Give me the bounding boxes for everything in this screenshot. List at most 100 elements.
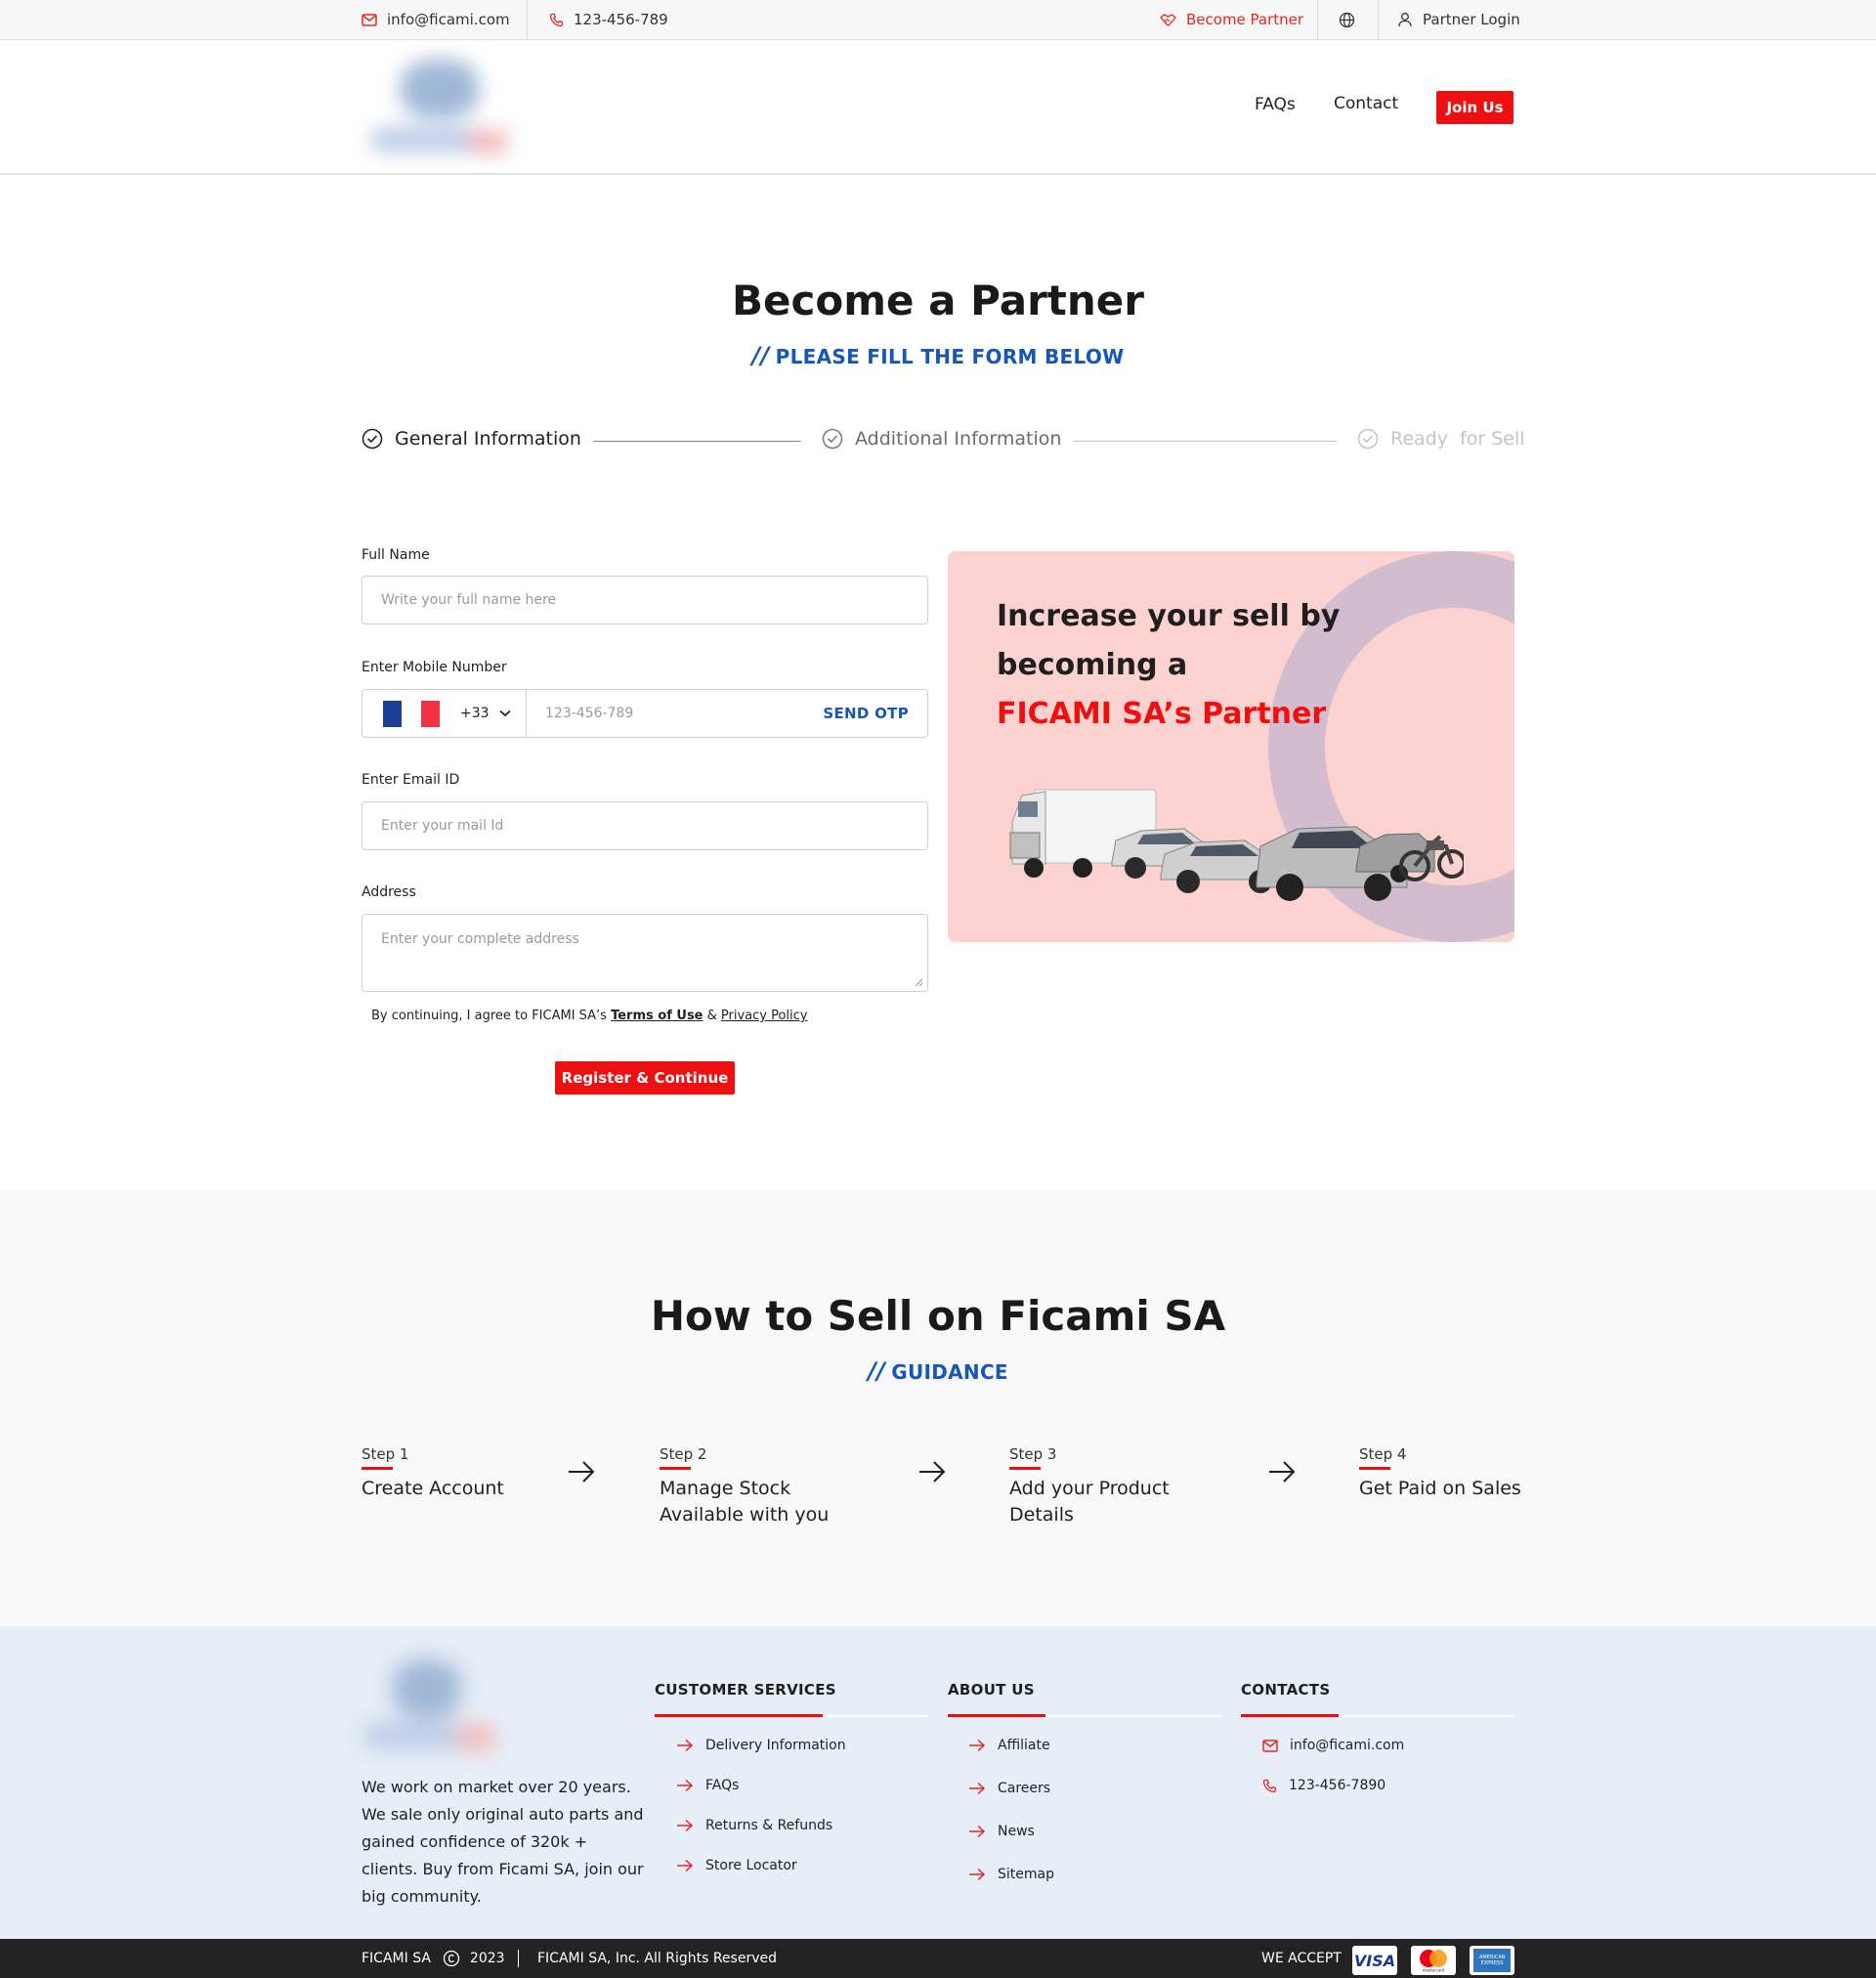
footer-link-label: Careers (998, 1781, 1051, 1796)
nav-faqs-link[interactable]: FAQs (1255, 95, 1296, 114)
become-partner-link[interactable]: Become Partner (1160, 0, 1303, 39)
topbar-divider (1317, 0, 1318, 39)
step-title: Add your Product Details (1009, 1476, 1170, 1528)
arrow-right-icon (677, 1739, 694, 1752)
step-title: Manage Stock Available with you (660, 1476, 829, 1528)
mobile-placeholder: 123-456-789 (545, 706, 634, 721)
step-title: Create Account (362, 1476, 504, 1502)
arrow-right-icon (969, 1825, 986, 1838)
footer-link-news[interactable]: News (968, 1824, 1035, 1839)
step-title-line: Get Paid on Sales (1359, 1478, 1521, 1499)
terms-of-use-link[interactable]: Terms of Use (611, 1009, 703, 1023)
footer-email-text: info@ficami.com (1290, 1738, 1405, 1753)
footer-link-faqs[interactable]: FAQs (676, 1778, 739, 1793)
step-title-line: Add your Product (1009, 1478, 1170, 1499)
customer-services-title: CUSTOMER SERVICES (655, 1681, 836, 1698)
footer-about-text: We work on market over 20 years. We sale… (362, 1778, 644, 1906)
handshake-icon (1160, 13, 1176, 27)
site-footer (0, 1626, 1876, 1939)
footer-email-link[interactable]: info@ficami.com (1262, 1738, 1404, 1753)
language-button[interactable] (1339, 0, 1355, 39)
arrow-right-icon (569, 1461, 595, 1483)
mail-icon (1262, 1739, 1278, 1752)
resize-grip-icon[interactable] (914, 977, 923, 987)
vehicles-illustration (1009, 789, 1464, 901)
partner-login-link[interactable]: Partner Login (1397, 0, 1520, 39)
footer-link-affiliate[interactable]: Affiliate (968, 1738, 1050, 1753)
nav-contact-link[interactable]: Contact (1334, 94, 1398, 113)
topbar-phone-link[interactable]: 123-456-789 (549, 0, 668, 39)
step-number: Step 3 (1009, 1445, 1057, 1463)
rights-text: FICAMI SA, Inc. All Rights Reserved (537, 1951, 777, 1966)
footer-link-label: Sitemap (998, 1867, 1054, 1882)
amex-card-icon: AMERICAN EXPRESS (1470, 1946, 1514, 1975)
mobile-number-input[interactable]: 123-456-789 (545, 690, 633, 737)
arrow-right-icon (969, 1739, 986, 1752)
progress-step-additional[interactable]: Additional Information (822, 428, 1061, 450)
footer-phone-link[interactable]: 123-456-7890 (1262, 1778, 1386, 1793)
top-bar: info@ficami.com 123-456-789 Become Partn… (0, 0, 1876, 40)
join-us-button[interactable]: Join Us (1436, 91, 1514, 124)
phone-icon (1262, 1779, 1277, 1792)
privacy-policy-link[interactable]: Privacy Policy (721, 1009, 808, 1023)
page-title: Become a Partner (732, 277, 1144, 324)
footer-link-returns[interactable]: Returns & Refunds (676, 1818, 832, 1833)
step-underline (362, 1467, 393, 1470)
arrow-right-icon (677, 1819, 694, 1832)
register-continue-button[interactable]: Register & Continue (555, 1061, 735, 1095)
copyright-year: 2023 (469, 1951, 505, 1966)
full-name-label: Full Name (362, 547, 430, 563)
promo-line-3: FICAMI SA’s Partner (997, 697, 1327, 731)
mobile-number-field: +33 123-456-789 SEND OTP (362, 689, 928, 738)
topbar-email-link[interactable]: info@ficami.com (362, 0, 510, 39)
globe-icon (1339, 12, 1355, 28)
full-name-input[interactable]: Write your full name here (362, 576, 928, 624)
step-underline (1359, 1467, 1390, 1470)
country-code-value: +33 (460, 706, 490, 721)
how-to-sell-section (0, 1190, 1876, 1626)
footer-logo[interactable] (354, 1652, 510, 1759)
site-header: FAQs Contact Join Us (0, 40, 1876, 175)
check-circle-icon (1357, 428, 1379, 450)
step-underline (660, 1467, 691, 1470)
arrow-right-icon (677, 1779, 694, 1792)
progress-step-general[interactable]: General Information (362, 428, 581, 450)
step-title-line: Create Account (362, 1478, 504, 1499)
phone-icon (549, 13, 564, 27)
site-logo[interactable] (362, 50, 528, 167)
email-input[interactable]: Enter your mail Id (362, 801, 928, 850)
agree-amp: & (703, 1009, 721, 1023)
mastercard-text: mastercard (1423, 1968, 1445, 1973)
address-placeholder: Enter your complete address (381, 931, 579, 947)
copyright-icon (443, 1950, 460, 1967)
column-accent (655, 1714, 823, 1717)
step-title-line: Manage Stock (660, 1478, 791, 1499)
progress-connector (1073, 441, 1337, 442)
footer-phone-text: 123-456-7890 (1289, 1778, 1386, 1793)
column-accent (1241, 1714, 1339, 1717)
progress-step-label: Additional Information (855, 428, 1062, 450)
promo-line-2: becoming a (997, 648, 1188, 682)
agree-prefix: By continuing, I agree to FICAMI SA’s (371, 1009, 612, 1023)
subtitle-text: GUIDANCE (891, 1360, 1008, 1384)
email-label: Enter Email ID (362, 772, 460, 788)
mastercard-logo: mastercard (1420, 1950, 1447, 1973)
footer-link-delivery[interactable]: Delivery Information (676, 1738, 846, 1753)
country-code-select[interactable]: +33 (460, 690, 511, 737)
step-title-line: Details (1009, 1504, 1074, 1526)
footer-link-label: News (998, 1824, 1035, 1839)
mail-icon (362, 13, 377, 26)
chevron-down-icon (498, 710, 511, 717)
footer-link-careers[interactable]: Careers (968, 1781, 1050, 1796)
arrow-right-icon (1269, 1461, 1296, 1483)
address-textarea[interactable]: Enter your complete address (362, 914, 928, 992)
progress-step-ready[interactable]: Ready for Sell (1357, 428, 1525, 450)
copyright-block: FICAMI SA 2023 (362, 1939, 505, 1978)
footer-link-label: Returns & Refunds (705, 1818, 833, 1833)
footer-link-store-locator[interactable]: Store Locator (676, 1858, 797, 1873)
send-otp-button[interactable]: SEND OTP (823, 690, 909, 737)
topbar-email-text: info@ficami.com (387, 11, 510, 28)
footer-link-sitemap[interactable]: Sitemap (968, 1867, 1054, 1882)
topbar-divider (1378, 0, 1379, 39)
progress-step-label: Ready for Sell (1390, 428, 1525, 450)
